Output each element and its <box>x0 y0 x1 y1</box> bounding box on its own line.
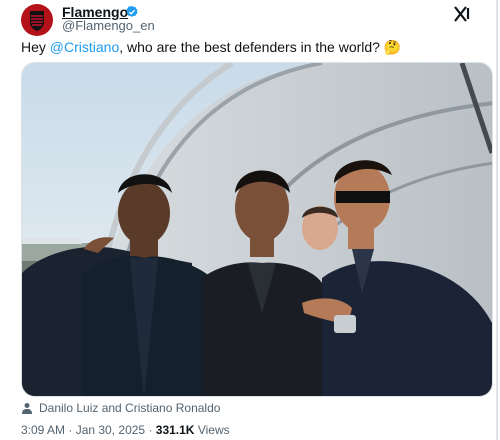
tweet-card: Flamengo @Flamengo_en Hey @Cristiano, wh… <box>2 0 498 440</box>
author-handle[interactable]: @Flamengo_en <box>62 19 155 33</box>
avatar[interactable] <box>21 4 53 36</box>
tagged-people-text[interactable]: Danilo Luiz and Cristiano Ronaldo <box>39 402 220 414</box>
person-tag-icon <box>22 403 32 414</box>
tweet-date[interactable]: Jan 30, 2025 <box>76 423 145 437</box>
views-label: Views <box>194 423 230 437</box>
views-count: 331.1K <box>155 423 195 437</box>
tweet-text: Hey @Cristiano, who are the best defende… <box>21 39 401 55</box>
verified-badge-icon <box>126 5 138 17</box>
tagged-people-row[interactable]: Danilo Luiz and Cristiano Ronaldo <box>21 402 220 414</box>
meta-separator-2: · <box>145 423 156 437</box>
mention-link[interactable]: @Cristiano <box>50 39 119 55</box>
author-name[interactable]: Flamengo <box>62 5 128 19</box>
tweet-time[interactable]: 3:09 AM <box>21 423 65 437</box>
tweet-photo[interactable] <box>21 62 493 397</box>
x-logo-icon[interactable] <box>454 6 472 22</box>
tweet-meta: 3:09 AM · Jan 30, 2025 · 331.1K Views <box>21 424 230 436</box>
meta-separator: · <box>65 423 76 437</box>
tweet-text-suffix: , who are the best defenders in the worl… <box>119 39 402 55</box>
tweet-text-prefix: Hey <box>21 39 50 55</box>
